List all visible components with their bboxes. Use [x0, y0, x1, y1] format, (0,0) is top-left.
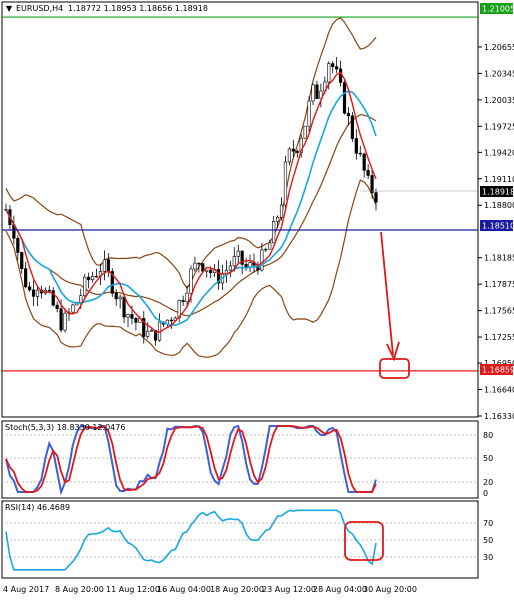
ohlc-values: 1.18772 1.18953 1.18656 1.18918 — [68, 4, 208, 13]
price-tick-label: 1.18800 — [484, 201, 514, 210]
rsi-tick-50: 50 — [483, 536, 493, 545]
symbol-label: EURUSD,H4 — [16, 4, 63, 13]
price-tick-label: 1.17565 — [484, 307, 514, 316]
rsi-tick-70: 70 — [483, 519, 493, 528]
stoch-tick-80: 80 — [483, 431, 493, 440]
level-tag-current: 1.18918 — [480, 186, 514, 197]
price-tick-label: 1.16640 — [484, 386, 514, 395]
rsi-label: RSI(14) 46.4689 — [5, 503, 70, 512]
price-tick-label: 1.16330 — [484, 412, 514, 421]
level-tag-top: 1.21005 — [480, 3, 514, 14]
candle — [350, 112, 354, 142]
price-axis: 1.20655 1.20345 1.20035 1.19725 1.19420 1.191… — [477, 2, 514, 421]
level-low-value: 1.16859 — [482, 366, 514, 375]
trading-chart[interactable]: 1.20655 1.20345 1.20035 1.19725 1.19420 1.191… — [0, 0, 514, 600]
time-tick: 30 Aug 20:00 — [363, 585, 417, 594]
time-tick: 16 Aug 04:00 — [157, 585, 211, 594]
candle — [342, 80, 347, 115]
rsi-tick-30: 30 — [483, 553, 493, 562]
price-tick-label: 1.17875 — [484, 280, 514, 289]
price-tick-label: 1.20035 — [484, 96, 514, 105]
stochastic-pane[interactable]: Stoch(5,3,3) 18.8330 12.0476 80 50 20 0 — [1, 420, 493, 499]
candle — [283, 155, 288, 210]
price-tick-label: 1.19110 — [484, 175, 514, 184]
time-tick: 8 Aug 20:00 — [55, 585, 104, 594]
level-tag-mid: 1.18510 — [480, 220, 514, 231]
chart-header: ▼ EURUSD,H4 1.18772 1.18953 1.18656 1.18… — [6, 4, 208, 13]
candle — [303, 125, 307, 139]
price-tick-label: 1.20655 — [484, 43, 514, 52]
level-mid-value: 1.18510 — [482, 222, 514, 231]
time-tick: 23 Aug 12:00 — [262, 585, 316, 594]
time-tick: 28 Aug 04:00 — [313, 585, 367, 594]
level-top-value: 1.21005 — [482, 5, 514, 14]
price-tick-label: 1.19725 — [484, 122, 514, 131]
stoch-tick-50: 50 — [483, 454, 493, 463]
main-price-pane[interactable]: 1.20655 1.20345 1.20035 1.19725 1.19420 1.191… — [1, 1, 514, 421]
level-tag-low: 1.16859 — [480, 364, 514, 375]
time-axis: 4 Aug 2017 8 Aug 20:00 11 Aug 12:00 16 A… — [2, 577, 478, 594]
stoch-label: Stoch(5,3,3) 18.8330 12.0476 — [5, 423, 125, 432]
time-tick: 4 Aug 2017 — [3, 585, 49, 594]
stoch-tick-20: 20 — [483, 478, 493, 487]
price-tick-label: 1.20345 — [484, 69, 514, 78]
rsi-pane[interactable]: RSI(14) 46.4689 70 50 30 — [1, 500, 493, 579]
stoch-tick-0: 0 — [483, 489, 488, 498]
price-tick-label: 1.18185 — [484, 254, 514, 263]
price-tick-label: 1.17255 — [484, 333, 514, 342]
price-tick-label: 1.19420 — [484, 148, 514, 157]
current-price-value: 1.18918 — [482, 188, 514, 197]
time-tick: 18 Aug 20:00 — [210, 585, 264, 594]
time-tick: 11 Aug 12:00 — [106, 585, 160, 594]
collapse-arrow-icon: ▼ — [6, 4, 13, 13]
candle — [110, 268, 114, 297]
